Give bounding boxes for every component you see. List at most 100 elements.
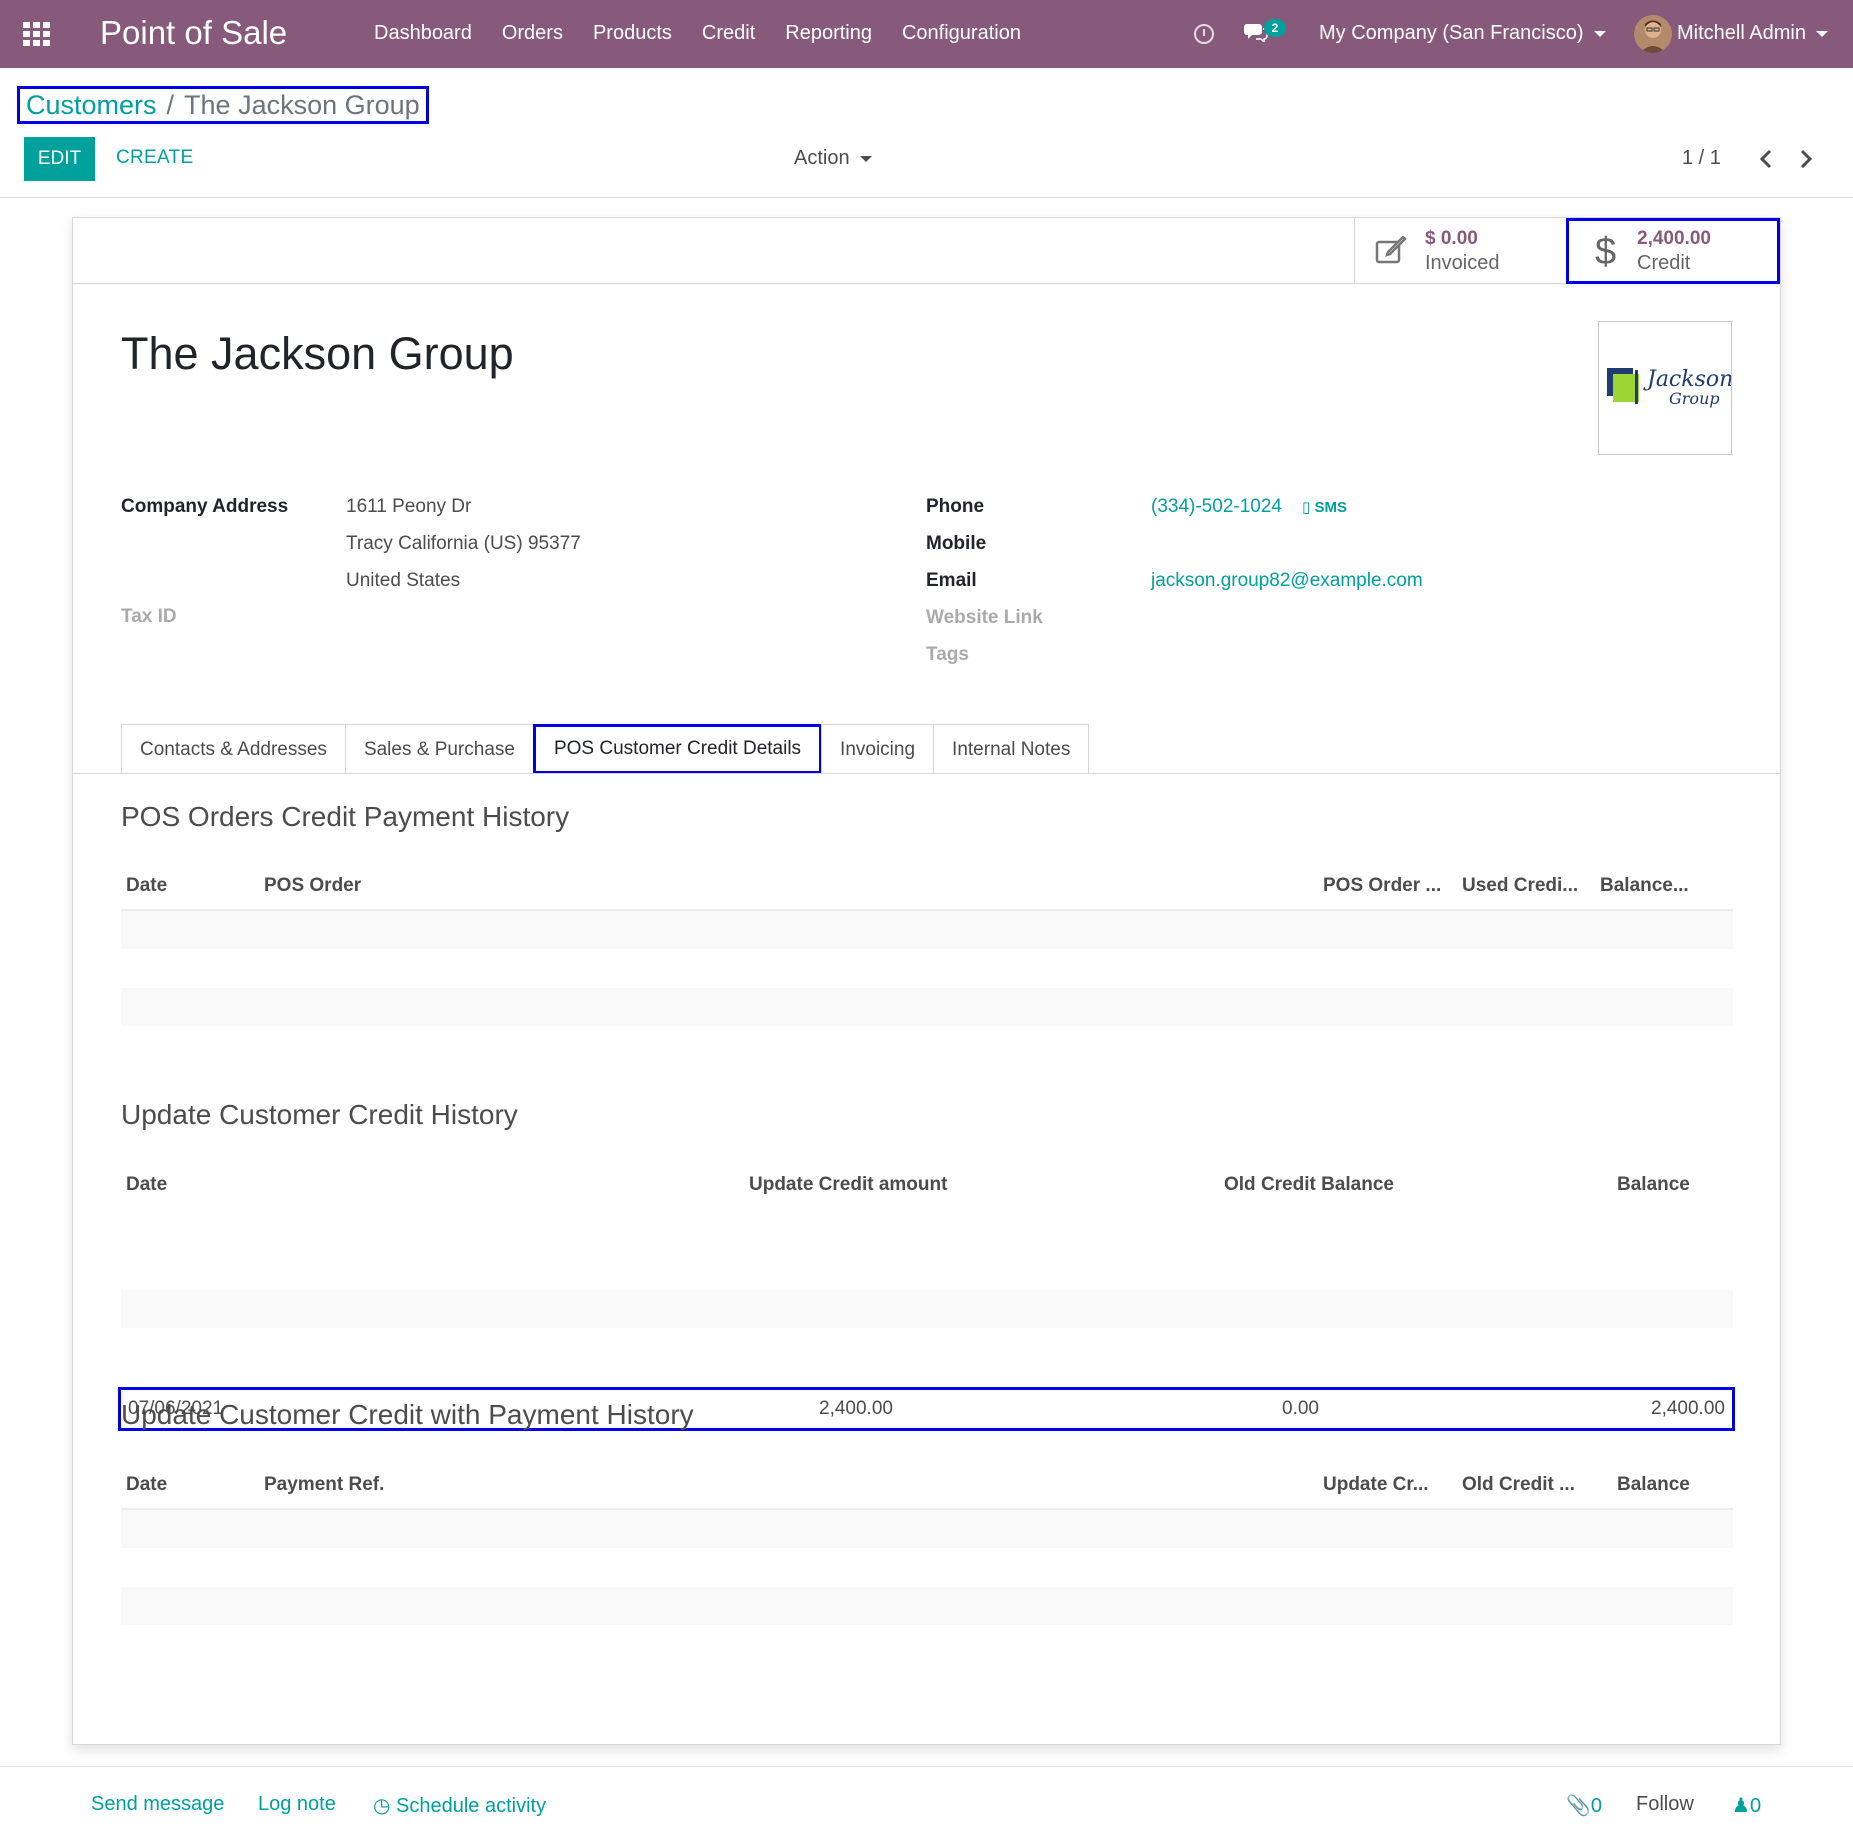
menu-credit[interactable]: Credit	[702, 22, 755, 45]
tax-id-label: Tax ID	[121, 606, 177, 627]
pos-history-col-balance[interactable]: Balance...	[1600, 875, 1689, 897]
log-note-button[interactable]: Log note	[258, 1793, 336, 1816]
street-value: 1611 Peony Dr	[346, 496, 472, 517]
menu-orders[interactable]: Orders	[502, 22, 563, 45]
user-menu[interactable]: Mitchell Admin	[1677, 22, 1828, 45]
attachments-button[interactable]: 📎0	[1566, 1793, 1602, 1818]
followers-button[interactable]: ♟0	[1732, 1793, 1761, 1818]
pos-history-col-pos-order[interactable]: POS Order	[264, 875, 361, 897]
follow-button[interactable]: Follow	[1636, 1793, 1694, 1816]
update-history-col-date[interactable]: Date	[126, 1174, 167, 1196]
breadcrumb: Customers / The Jackson Group	[17, 86, 429, 124]
breadcrumb-separator: /	[166, 89, 175, 120]
payment-history-col-payment-ref[interactable]: Payment Ref.	[264, 1474, 384, 1496]
invoiced-stat-button[interactable]: $ 0.00 Invoiced	[1354, 218, 1566, 284]
empty-row	[121, 1510, 1733, 1548]
followers-count: 0	[1749, 1795, 1762, 1817]
user-icon: ♟	[1732, 1795, 1750, 1817]
invoiced-label: Invoiced	[1425, 252, 1500, 274]
payment-history-col-update-credit[interactable]: Update Cr...	[1323, 1474, 1429, 1496]
credit-value: 2,400.00	[1637, 228, 1711, 249]
create-button[interactable]: CREATE	[116, 147, 193, 169]
mobile-icon: ▯	[1302, 499, 1311, 516]
pos-history-col-date[interactable]: Date	[126, 875, 167, 897]
chevron-left-icon[interactable]	[1758, 148, 1774, 170]
empty-row	[121, 1587, 1733, 1625]
notebook-tabs: Contacts & Addresses Sales & Purchase PO…	[121, 724, 1090, 774]
company-switcher[interactable]: My Company (San Francisco)	[1319, 22, 1606, 45]
tab-internal-notes[interactable]: Internal Notes	[933, 724, 1090, 774]
breadcrumb-customers-link[interactable]: Customers	[26, 90, 157, 121]
svg-text:Group: Group	[1669, 389, 1720, 408]
paperclip-icon: 📎	[1566, 1795, 1591, 1817]
chat-count-badge: 2	[1264, 19, 1286, 37]
credit-stat-button[interactable]: $ 2,400.00 Credit	[1566, 218, 1780, 284]
smart-button-box: $ 0.00 Invoiced $ 2,400.00 Credit	[73, 218, 1780, 284]
sms-button[interactable]: ▯ SMS	[1302, 498, 1347, 516]
send-message-button[interactable]: Send message	[91, 1793, 224, 1816]
menu-configuration[interactable]: Configuration	[902, 22, 1021, 45]
tab-sales-purchase[interactable]: Sales & Purchase	[344, 724, 534, 774]
edit-button[interactable]: EDIT	[24, 137, 95, 181]
partner-logo[interactable]: Jackson Group	[1598, 321, 1733, 455]
payment-history-col-balance[interactable]: Balance	[1617, 1474, 1690, 1496]
pos-history-title: POS Orders Credit Payment History	[121, 801, 570, 832]
schedule-activity-button[interactable]: ◷ Schedule activity	[373, 1793, 546, 1818]
pos-history-col-pos-order-amount[interactable]: POS Order ...	[1323, 875, 1441, 897]
company-address-label: Company Address	[121, 496, 289, 517]
payment-history-title: Update Customer Credit with Payment Hist…	[121, 1399, 694, 1430]
dollar-icon: $	[1595, 231, 1617, 273]
city-line-value: Tracy California (US) 95377	[346, 533, 581, 554]
company-name: My Company (San Francisco)	[1319, 22, 1584, 44]
empty-row	[121, 988, 1733, 1026]
menu-reporting[interactable]: Reporting	[785, 22, 872, 45]
pager-value[interactable]: 1 / 1	[1682, 147, 1721, 170]
chatter-divider	[0, 1766, 1853, 1767]
top-navbar: Point of Sale Dashboard Orders Products …	[0, 0, 1853, 68]
partner-name: The Jackson Group	[121, 328, 514, 379]
app-title[interactable]: Point of Sale	[100, 14, 287, 52]
tags-label: Tags	[926, 644, 969, 665]
user-avatar[interactable]	[1634, 15, 1672, 53]
tabs-divider	[73, 773, 1780, 774]
action-label: Action	[794, 147, 850, 169]
phone-label: Phone	[926, 496, 985, 517]
tab-invoicing[interactable]: Invoicing	[821, 724, 935, 774]
tab-pos-customer-credit-details[interactable]: POS Customer Credit Details	[532, 724, 823, 774]
apps-menu-icon[interactable]	[23, 22, 51, 46]
form-sheet: $ 0.00 Invoiced $ 2,400.00 Credit The Ja…	[72, 217, 1781, 1745]
clock-icon: ◷	[373, 1795, 391, 1817]
attachments-count: 0	[1590, 1795, 1603, 1817]
update-history-col-old-credit-balance[interactable]: Old Credit Balance	[1224, 1174, 1394, 1196]
edit-document-icon	[1375, 236, 1407, 264]
update-history-col-update-credit-amount[interactable]: Update Credit amount	[749, 1174, 947, 1196]
payment-history-col-date[interactable]: Date	[126, 1474, 167, 1496]
pos-history-col-used-credit[interactable]: Used Credi...	[1462, 875, 1578, 897]
user-name: Mitchell Admin	[1677, 22, 1806, 44]
mobile-label: Mobile	[926, 533, 987, 554]
chevron-down-icon	[1815, 30, 1828, 37]
tab-contacts-addresses[interactable]: Contacts & Addresses	[121, 724, 346, 774]
row-old-balance: 0.00	[1282, 1398, 1319, 1419]
empty-row	[121, 911, 1733, 949]
row-update-amount: 2,400.00	[819, 1398, 893, 1419]
invoiced-value: $ 0.00	[1425, 228, 1478, 249]
chevron-right-icon[interactable]	[1798, 148, 1814, 170]
website-label: Website Link	[926, 607, 1043, 628]
main-menu: Dashboard Orders Products Credit Reporti…	[374, 22, 1051, 45]
country-value: United States	[346, 570, 461, 591]
email-label: Email	[926, 570, 977, 591]
action-dropdown[interactable]: Action	[794, 147, 872, 170]
breadcrumb-current: The Jackson Group	[184, 89, 420, 120]
row-balance: 2,400.00	[1651, 1398, 1725, 1419]
update-history-col-balance[interactable]: Balance	[1617, 1174, 1690, 1196]
email-link[interactable]: jackson.group82@example.com	[1151, 570, 1423, 592]
menu-products[interactable]: Products	[593, 22, 672, 45]
payment-history-col-old-credit[interactable]: Old Credit ...	[1462, 1474, 1575, 1496]
menu-dashboard[interactable]: Dashboard	[374, 22, 472, 45]
credit-label: Credit	[1637, 252, 1691, 274]
schedule-activity-label: Schedule activity	[396, 1795, 547, 1817]
activity-clock-icon[interactable]	[1194, 24, 1214, 44]
update-history-title: Update Customer Credit History	[121, 1099, 518, 1130]
phone-link[interactable]: (334)-502-1024	[1151, 496, 1282, 518]
